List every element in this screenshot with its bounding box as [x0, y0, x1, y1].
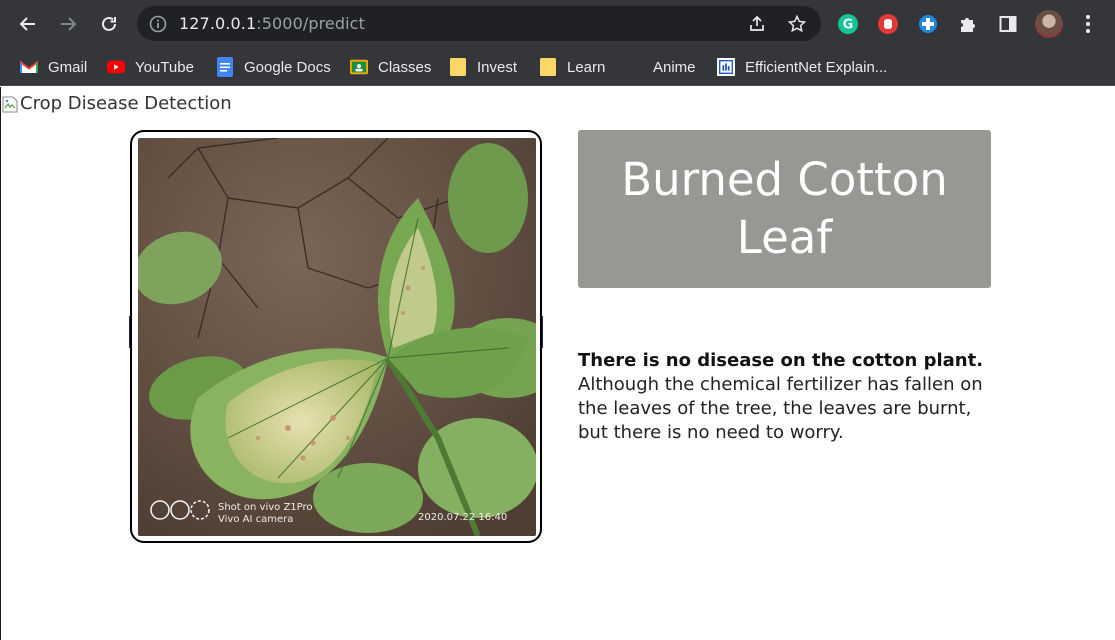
bookmark-efficientnet[interactable]: EfficientNet Explain...	[717, 55, 887, 79]
bookmark-gmail[interactable]: Gmail	[20, 55, 87, 79]
bookmark-star-icon[interactable]	[787, 14, 807, 34]
bookmark-youtube[interactable]: YouTube	[107, 55, 194, 79]
bookmark-anime[interactable]: Anime	[625, 55, 696, 79]
site-info-icon[interactable]	[149, 15, 167, 33]
bookmark-label: Google Docs	[244, 58, 331, 76]
back-button[interactable]	[13, 9, 43, 39]
menu-kebab-icon[interactable]	[1076, 12, 1100, 36]
page-content: Crop Disease Detection Shot on vivo Z1Pr…	[0, 87, 1115, 640]
browser-toolbar: 127.0.0.1:5000/predict G	[0, 0, 1115, 48]
cotton-leaf-photo: Shot on vivo Z1Pro Vivo AI camera 2020.0…	[138, 138, 536, 536]
youtube-icon	[107, 58, 125, 76]
grammarly-extension-icon[interactable]: G	[836, 12, 860, 36]
bookmark-classes[interactable]: Classes	[350, 55, 431, 79]
bookmarks-bar: Gmail YouTube Google Docs Classes Invest…	[0, 48, 1115, 86]
prediction-description: There is no disease on the cotton plant.…	[578, 349, 998, 445]
logo-broken-image: Crop Disease Detection	[2, 93, 232, 114]
bookmark-site-icon	[717, 58, 735, 76]
url-text[interactable]: 127.0.0.1:5000/predict	[179, 14, 365, 33]
blank-page-icon	[625, 58, 643, 76]
watermark-line-1: Shot on vivo Z1Pro	[218, 502, 313, 513]
forward-arrow-icon	[61, 17, 77, 31]
bookmark-google-docs[interactable]: Google Docs	[216, 55, 331, 79]
prediction-title: Burned Cotton Leaf	[621, 153, 948, 264]
cotton-leaf-illustration	[138, 138, 536, 536]
cross-extension-icon[interactable]	[916, 12, 940, 36]
svg-text:G: G	[843, 18, 854, 33]
reload-button[interactable]	[94, 9, 124, 39]
block-extension-icon[interactable]	[876, 12, 900, 36]
logo-alt-text: Crop Disease Detection	[20, 93, 232, 114]
gmail-icon	[20, 58, 38, 76]
bookmark-learn[interactable]: Learn	[539, 55, 605, 79]
photo-timestamp: 2020.07.22 16:40	[418, 512, 508, 523]
reload-icon	[102, 16, 116, 31]
description-bold: There is no disease on the cotton plant.	[578, 350, 984, 371]
extensions-puzzle-icon[interactable]	[956, 12, 980, 36]
back-arrow-icon	[19, 17, 35, 31]
bookmark-invest[interactable]: Invest	[449, 55, 517, 79]
side-panel-icon[interactable]	[996, 12, 1020, 36]
bookmark-label: Anime	[653, 58, 696, 76]
prediction-result-box: Burned Cotton Leaf	[578, 130, 991, 288]
share-icon[interactable]	[747, 14, 767, 34]
folder-icon	[449, 58, 467, 76]
address-bar[interactable]: 127.0.0.1:5000/predict	[137, 6, 821, 41]
google-classroom-icon	[350, 58, 368, 76]
description-text: Although the chemical fertilizer has fal…	[578, 374, 983, 443]
folder-icon	[539, 58, 557, 76]
uploaded-image-frame: Shot on vivo Z1Pro Vivo AI camera 2020.0…	[130, 130, 542, 543]
url-path: :5000/predict	[256, 14, 365, 33]
bookmark-label: Classes	[378, 58, 432, 76]
profile-avatar[interactable]	[1035, 10, 1063, 38]
camera-watermark: Shot on vivo Z1Pro Vivo AI camera	[218, 502, 313, 526]
forward-button[interactable]	[53, 9, 83, 39]
watermark-line-2: Vivo AI camera	[218, 514, 294, 525]
bookmark-label: Invest	[477, 58, 518, 76]
bookmark-label: Gmail	[48, 58, 88, 76]
url-host: 127.0.0.1	[179, 14, 257, 33]
bookmark-label: EfficientNet Explain...	[745, 58, 888, 76]
bookmark-label: Learn	[567, 58, 606, 76]
google-docs-icon	[216, 57, 234, 77]
broken-image-icon	[2, 96, 18, 112]
bookmark-label: YouTube	[135, 58, 194, 76]
